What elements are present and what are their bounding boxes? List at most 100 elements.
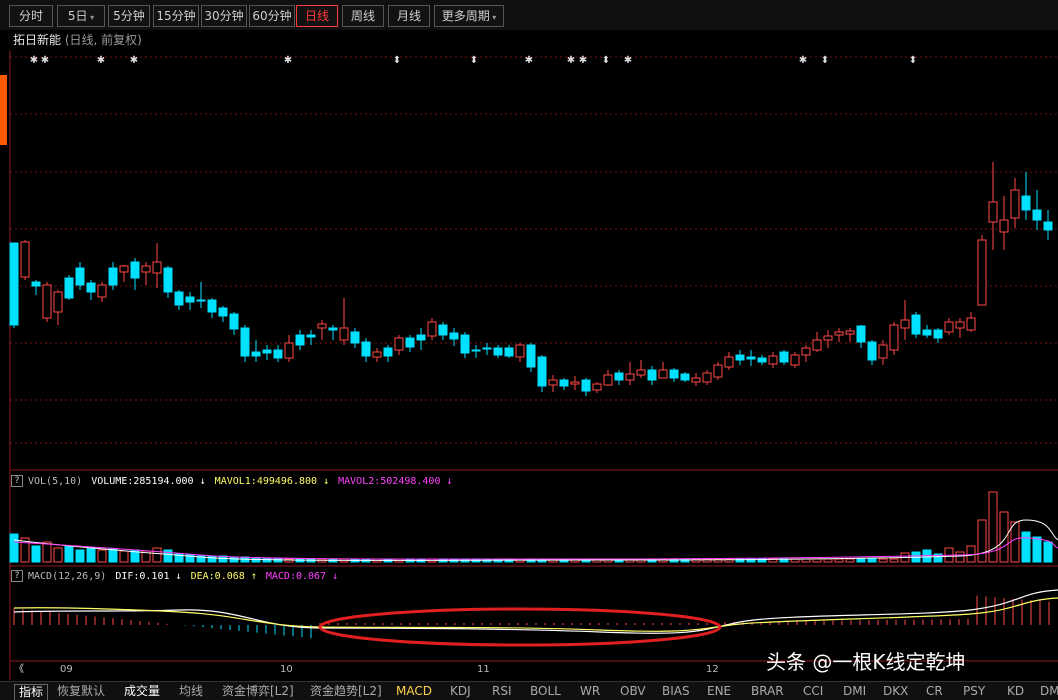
- tab-dmi[interactable]: DMI: [843, 684, 866, 699]
- candle-body: [581, 379, 591, 392]
- tab-kd[interactable]: KD: [1007, 684, 1024, 699]
- volume-bar: [229, 556, 239, 563]
- candle-body: [988, 201, 998, 223]
- tab-15min[interactable]: 15分钟: [153, 5, 199, 27]
- tab-daily[interactable]: 日线: [296, 5, 338, 27]
- candle-body: [251, 351, 261, 357]
- tab-wr[interactable]: WR: [580, 684, 600, 699]
- candle-body: [801, 347, 811, 356]
- event-marker-icon: ✱: [567, 55, 575, 66]
- candle-body: [273, 349, 283, 359]
- tab-more-periods[interactable]: 更多周期 ▾: [434, 5, 504, 27]
- volume-bar: [42, 541, 52, 563]
- volume-bar: [119, 550, 129, 563]
- candle-body: [713, 364, 723, 378]
- candle-body: [108, 267, 118, 286]
- volume-bar: [823, 558, 833, 563]
- x-tick-11: 11: [477, 664, 490, 675]
- candle-body: [636, 369, 646, 376]
- event-marker-icon: ⬍: [470, 55, 478, 66]
- candle-body: [603, 374, 613, 386]
- tab-30min[interactable]: 30分钟: [201, 5, 247, 27]
- candle-body: [669, 369, 679, 379]
- event-marker-icon: ⬍: [602, 55, 610, 66]
- candle-body: [812, 339, 822, 351]
- tab-5min[interactable]: 5分钟: [108, 5, 150, 27]
- tab-weekly[interactable]: 周线: [342, 5, 384, 27]
- scroll-left-icon[interactable]: 《: [14, 663, 24, 677]
- candle-body: [130, 261, 140, 279]
- tab-ene[interactable]: ENE: [707, 684, 731, 699]
- candle-body: [482, 347, 492, 350]
- tab-boll[interactable]: BOLL: [530, 684, 561, 699]
- tab-obv[interactable]: OBV: [620, 684, 646, 699]
- event-marker-icon: ✱: [284, 55, 292, 66]
- tab-fund-game[interactable]: 资金博弈[L2]: [222, 684, 294, 699]
- tab-restore-default[interactable]: 恢复默认: [57, 684, 105, 699]
- tab-cci[interactable]: CCI: [803, 684, 823, 699]
- candle-body: [680, 373, 690, 381]
- tab-kdj[interactable]: KDJ: [450, 684, 471, 699]
- tab-indicators[interactable]: 指标: [14, 684, 49, 700]
- candle-body: [163, 267, 173, 293]
- help-icon[interactable]: ?: [11, 475, 23, 487]
- candle-body: [196, 299, 206, 302]
- event-marker-icon: ✱: [97, 55, 105, 66]
- tab-monthly[interactable]: 月线: [388, 5, 430, 27]
- scroll-indicator: [0, 75, 7, 145]
- volume-bar: [86, 547, 96, 563]
- chart-canvas[interactable]: ✱ ✱ ✱ ✱ ✱ ⬍ ⬍ ✱ ✱ ✱ ⬍ ✱ ✱ ⬍ ⬍: [0, 0, 1058, 700]
- candle-body: [658, 369, 668, 379]
- tab-psy[interactable]: PSY: [963, 684, 985, 699]
- tab-brar[interactable]: BRAR: [751, 684, 784, 699]
- tab-dmi-2[interactable]: DMI: [1040, 684, 1058, 699]
- tab-5day[interactable]: 5日 ▾: [57, 5, 105, 27]
- tab-rsi[interactable]: RSI: [492, 684, 512, 699]
- arrow-down-icon: ↓: [199, 476, 206, 487]
- tab-cr[interactable]: CR: [926, 684, 943, 699]
- watermark: 头条 @一根K线定乾坤: [766, 650, 966, 674]
- event-marker-icon: ✱: [624, 55, 632, 66]
- dropdown-icon: ▾: [489, 13, 497, 22]
- tab-macd[interactable]: MACD: [396, 684, 432, 699]
- candle-body: [328, 327, 338, 331]
- candle-body: [911, 314, 921, 335]
- tab-fund-trend[interactable]: 资金趋势[L2]: [310, 684, 382, 699]
- candle-body: [823, 335, 833, 341]
- candle-body: [75, 267, 85, 286]
- candle-body: [724, 356, 734, 368]
- candle-body: [460, 334, 470, 354]
- tab-dkx[interactable]: DKX: [883, 684, 908, 699]
- candle-body: [526, 344, 536, 368]
- candle-body: [537, 356, 547, 387]
- help-icon[interactable]: ?: [11, 570, 23, 582]
- x-tick-09: 09: [60, 664, 73, 675]
- event-marker-icon: ✱: [130, 55, 138, 66]
- candle-body: [361, 341, 371, 357]
- volume-bar: [834, 558, 844, 563]
- candle-body: [31, 281, 41, 287]
- tab-fenshi[interactable]: 分时: [9, 5, 53, 27]
- indicator-tabs-bar: 指标 恢复默认 成交量 均线 资金博弈[L2] 资金趋势[L2] MACD KD…: [0, 681, 1058, 700]
- vol-indicator-header: ? VOL(5,10) VOLUME:285194.000 ↓ MAVOL1:49…: [11, 475, 453, 489]
- tab-volume[interactable]: 成交量: [124, 684, 160, 699]
- candle-body: [1021, 195, 1031, 211]
- vol-mavol2: MAVOL2:502498.400: [338, 476, 441, 487]
- tab-60min[interactable]: 60分钟: [249, 5, 295, 27]
- volume-bar: [152, 547, 162, 563]
- candle-body: [20, 241, 30, 278]
- volume-bar: [1043, 541, 1053, 563]
- candle-body: [1010, 189, 1020, 219]
- macd-label: MACD(12,26,9): [28, 571, 107, 582]
- macd-value: MACD:0.067: [265, 571, 327, 582]
- candle-body: [966, 317, 976, 331]
- candle-body: [878, 344, 888, 359]
- candle-body: [559, 379, 569, 387]
- candle-body: [856, 325, 866, 343]
- candle-body: [933, 329, 943, 339]
- candle-body: [757, 357, 767, 363]
- tab-bias[interactable]: BIAS: [662, 684, 690, 699]
- tab-ma[interactable]: 均线: [179, 684, 203, 699]
- candle-body: [746, 356, 756, 360]
- candle-body: [944, 321, 954, 333]
